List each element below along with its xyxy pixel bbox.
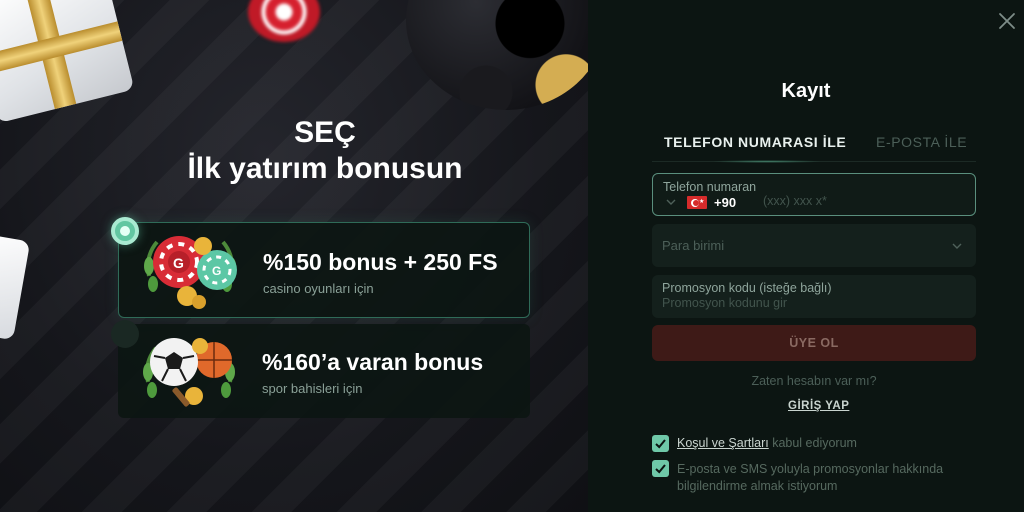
bonus-option-sports[interactable]: %160’a varan bonus spor bahisleri için [118,324,530,418]
sports-balls-icon [143,338,235,407]
casino-chips-icon: G G [144,236,237,309]
svg-text:G: G [173,255,184,271]
promo-title: SEÇ İlk yatırım bonusun [187,116,463,185]
tab-email[interactable]: E-POSTA İLE [876,134,967,150]
bonus-title: %160’a varan bonus [262,349,484,375]
currency-placeholder: Para birimi [662,238,725,253]
marketing-consent-text: E-posta ve SMS yoluyla promosyonlar hakk… [677,462,944,493]
tab-phone[interactable]: TELEFON NUMARASI İLE [664,134,846,150]
registration-panel: Kayıt TELEFON NUMARASI İLE E-POSTA İLE T… [588,0,1024,512]
registration-method-tabs: TELEFON NUMARASI İLE E-POSTA İLE [652,132,976,163]
terms-consent-text: Koşul ve Şartları kabul ediyorum [677,436,857,450]
gift-box-decoration [0,0,135,124]
promo-code-field[interactable]: Promosyon kodu (isteğe bağlı) [652,275,976,318]
turkey-flag-icon[interactable]: ★ [687,196,707,209]
close-icon[interactable] [996,10,1018,32]
bonus-subtitle: spor bahisleri için [262,381,363,396]
soccer-ball-decoration [406,0,588,110]
have-account-text: Zaten hesabın var mı? [751,374,877,388]
page-title: Kayıt [781,80,831,102]
phone-field[interactable]: Telefon numaran ★ +90 [652,173,976,216]
phone-input[interactable] [763,194,953,208]
currency-select[interactable]: Para birimi [652,224,976,267]
country-code: +90 [714,195,737,210]
gift-box-decoration-small [0,231,31,341]
promo-code-input[interactable] [662,296,962,310]
checkmark-icon [655,439,666,449]
phone-input-row: ★ +90 [665,194,965,211]
terms-checkbox[interactable] [652,435,669,452]
bonus-subtitle: casino oyunları için [263,281,374,296]
signup-button[interactable]: ÜYE OL [652,325,976,361]
bonus-option-casino[interactable]: G G %150 bonus + 250 FS casino oyunları … [118,222,530,318]
bonus-radio-unselected[interactable] [111,320,139,348]
terms-link[interactable]: Koşul ve Şartları [677,436,769,450]
casino-chip-decoration [248,0,320,42]
login-link[interactable]: GİRİŞ YAP [788,400,849,412]
terms-consent-label: kabul ediyorum [768,436,857,450]
bonus-radio-selected[interactable] [111,217,139,245]
checkmark-icon [655,464,666,474]
bonus-promo-panel: SEÇ İlk yatırım bonusun G G %150 bonus +… [0,0,588,512]
active-tab-indicator [712,160,822,163]
marketing-checkbox[interactable] [652,460,669,477]
chevron-down-icon [952,243,962,249]
phone-field-label: Telefon numaran [663,180,757,194]
chevron-down-icon[interactable] [665,196,677,208]
svg-text:G: G [212,264,221,278]
bonus-title: %150 bonus + 250 FS [263,249,498,275]
promo-code-label: Promosyon kodu (isteğe bağlı) [662,281,832,295]
